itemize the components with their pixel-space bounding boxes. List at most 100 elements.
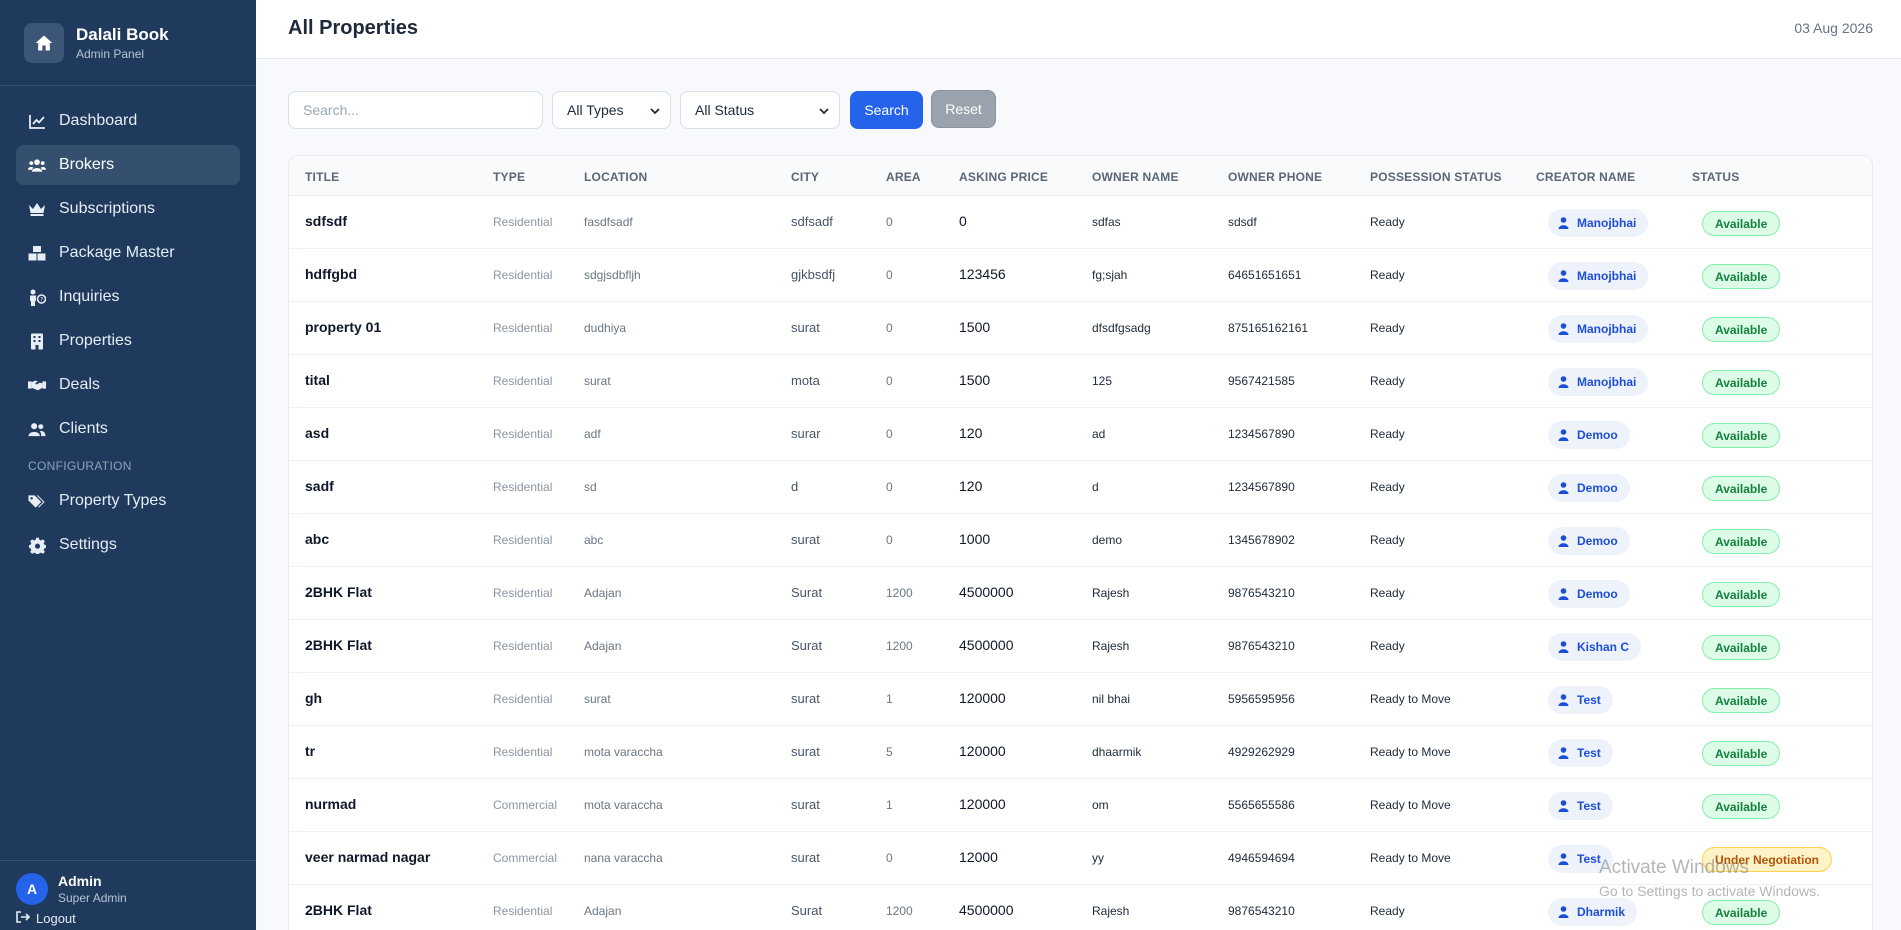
cell-possession-status: Ready xyxy=(1370,321,1405,335)
reset-button[interactable]: Reset xyxy=(931,90,996,128)
table-row[interactable]: sadf Residential sd d 0 120 d 1234567890 Ready De… xyxy=(289,461,1872,514)
cell-owner-phone: 1345678902 xyxy=(1228,533,1295,547)
user-name: Admin xyxy=(58,873,102,889)
table-row[interactable]: hdffgbd Residential sdgjsdbfljh gjkbsdfj 0 12… xyxy=(289,249,1872,302)
table-row[interactable]: 2BHK Flat Residential Adajan Surat 1200 45000… xyxy=(289,620,1872,673)
person-question-icon: ? xyxy=(28,288,46,306)
cell-location: sd xyxy=(584,480,597,494)
cell-owner-name: dfsdfgsadg xyxy=(1092,321,1151,335)
sidebar-item-properties[interactable]: Properties xyxy=(16,321,240,361)
cell-area: 1 xyxy=(886,692,893,706)
table-row[interactable]: abc Residential abc surat 0 1000 demo 134567890… xyxy=(289,514,1872,567)
cell-owner-name: 125 xyxy=(1092,374,1113,388)
cell-area: 0 xyxy=(886,533,893,547)
status-badge: Available xyxy=(1702,529,1781,554)
creator-name: Test xyxy=(1577,852,1601,866)
table-row[interactable]: asd Residential adf surar 0 120 ad 1234567890 Re… xyxy=(289,408,1872,461)
sidebar-item-property-types[interactable]: Property Types xyxy=(16,481,240,521)
table-row[interactable]: property 01 Residential dudhiya surat 0 1500 d… xyxy=(289,302,1872,355)
sidebar-item-subscriptions[interactable]: Subscriptions xyxy=(16,189,240,229)
sidebar: Dalali Book Admin Panel Dashboard Broker… xyxy=(0,0,256,930)
cell-possession-status: Ready xyxy=(1370,215,1405,229)
status-select[interactable]: All Status xyxy=(680,91,840,129)
creator-name: Demoo xyxy=(1577,481,1618,495)
user-icon xyxy=(1558,694,1569,706)
cell-possession-status: Ready xyxy=(1370,374,1405,388)
sidebar-item-deals[interactable]: Deals xyxy=(16,365,240,405)
cell-type: Residential xyxy=(493,533,553,547)
sidebar-item-label: Deals xyxy=(59,376,100,393)
cell-owner-phone: 4946594694 xyxy=(1228,851,1295,865)
cell-title: tr xyxy=(305,743,316,759)
sidebar-item-label: Subscriptions xyxy=(59,200,156,217)
sidebar-item-dashboard[interactable]: Dashboard xyxy=(16,101,240,141)
table-row[interactable]: tr Residential mota varaccha surat 5 120000 dh… xyxy=(289,726,1872,779)
gear-icon xyxy=(28,536,46,554)
cell-title: veer narmad nagar xyxy=(305,849,431,865)
cell-location: dudhiya xyxy=(584,321,627,335)
type-select[interactable]: All Types xyxy=(552,91,671,129)
status-badge: Available xyxy=(1702,688,1781,713)
table-row[interactable]: sdfsdf Residential fasdfsadf sdfsadf 0 0 sdfas… xyxy=(289,196,1872,249)
cell-location: Adajan xyxy=(584,586,622,600)
status-badge: Available xyxy=(1702,264,1781,289)
creator-badge: Kishan C xyxy=(1548,633,1642,661)
cell-type: Residential xyxy=(493,480,553,494)
table-row[interactable]: nurmad Commercial mota varaccha surat 1 12000… xyxy=(289,779,1872,832)
creator-name: Kishan C xyxy=(1577,640,1630,654)
creator-badge: Manojbhai xyxy=(1548,315,1649,343)
logout-link[interactable]: Logout xyxy=(16,911,240,926)
th-location: LOCATION xyxy=(584,170,648,184)
cell-owner-name: fg;sjah xyxy=(1092,268,1128,282)
creator-badge: Manojbhai xyxy=(1548,209,1649,237)
th-asking-price: ASKING PRICE xyxy=(959,170,1049,184)
handshake-icon xyxy=(28,376,46,394)
sidebar-item-settings[interactable]: Settings xyxy=(16,525,240,565)
creator-name: Test xyxy=(1577,746,1601,760)
cell-location: adf xyxy=(584,427,601,441)
cell-type: Commercial xyxy=(493,798,558,812)
cell-city: surat xyxy=(791,691,820,706)
filter-bar: All Types All Status Search Reset xyxy=(288,90,996,129)
cell-location: nana varaccha xyxy=(584,851,663,865)
sidebar-item-brokers[interactable]: Brokers xyxy=(16,145,240,185)
cell-owner-name: om xyxy=(1092,798,1109,812)
creator-name: Dharmik xyxy=(1577,905,1626,919)
cell-type: Commercial xyxy=(493,851,558,865)
cell-possession-status: Ready xyxy=(1370,533,1405,547)
user-group-icon xyxy=(28,420,46,438)
cell-owner-phone: 4929262929 xyxy=(1228,745,1295,759)
th-owner-phone: OWNER PHONE xyxy=(1228,170,1323,184)
logout-label: Logout xyxy=(36,911,76,926)
cell-owner-phone: 9567421585 xyxy=(1228,374,1295,388)
cell-owner-phone: 1234567890 xyxy=(1228,427,1295,441)
brand-subtitle: Admin Panel xyxy=(76,46,145,61)
cell-city: gjkbsdfj xyxy=(791,267,836,282)
creator-badge: Test xyxy=(1548,739,1613,767)
user-icon xyxy=(1558,217,1569,229)
table-row[interactable]: tital Residential surat mota 0 1500 125 9567421… xyxy=(289,355,1872,408)
table-row[interactable]: 2BHK Flat Residential Adajan Surat 1200 45000… xyxy=(289,567,1872,620)
table-row[interactable]: gh Residential surat surat 1 120000 nil bhai 59… xyxy=(289,673,1872,726)
status-select-value: All Status xyxy=(695,102,755,118)
cell-asking-price: 120000 xyxy=(959,743,1006,759)
cell-area: 0 xyxy=(886,851,893,865)
status-badge: Available xyxy=(1702,900,1781,925)
nav-section-configuration: CONFIGURATION xyxy=(28,459,132,473)
cell-owner-name: d xyxy=(1092,480,1099,494)
sidebar-item-inquiries[interactable]: ? Inquiries xyxy=(16,277,240,317)
sidebar-item-label: Property Types xyxy=(59,492,167,509)
users-icon xyxy=(28,156,46,174)
user-icon xyxy=(1558,482,1569,494)
search-input[interactable] xyxy=(288,91,543,129)
cell-city: Surat xyxy=(791,903,823,918)
creator-name: Test xyxy=(1577,799,1601,813)
table-header: TITLE TYPE LOCATION CITY AREA ASKING PRICE OWN… xyxy=(289,156,1872,196)
search-button[interactable]: Search xyxy=(850,91,923,129)
sidebar-item-label: Settings xyxy=(59,536,117,553)
cell-area: 0 xyxy=(886,321,893,335)
brand[interactable]: Dalali Book Admin Panel xyxy=(0,0,256,86)
sidebar-item-clients[interactable]: Clients xyxy=(16,409,240,449)
sidebar-item-package-master[interactable]: Package Master xyxy=(16,233,240,273)
cell-owner-name: sdfas xyxy=(1092,215,1121,229)
